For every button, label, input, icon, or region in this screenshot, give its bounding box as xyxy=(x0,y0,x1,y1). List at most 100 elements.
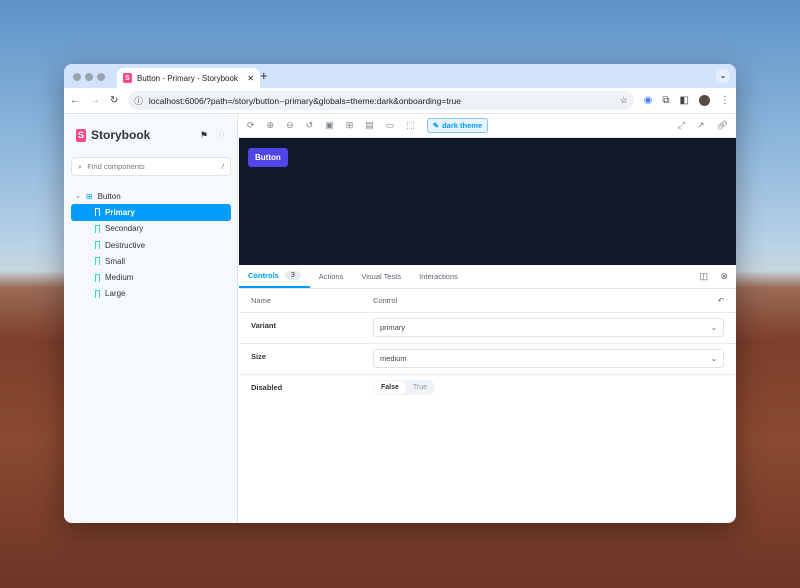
storybook-favicon-icon: S xyxy=(123,73,132,83)
name-header: Name xyxy=(251,296,373,305)
close-panel-icon[interactable]: ⊗ xyxy=(720,271,728,282)
theme-label: dark theme xyxy=(442,121,482,130)
search-placeholder: Find components xyxy=(87,162,217,171)
url-text: localhost:6006/?path=/story/button--prim… xyxy=(149,96,614,106)
grid-icon[interactable]: ⊞ xyxy=(346,120,354,131)
tab-bar: S Button - Primary - Storybook ✕ + ⌄ xyxy=(64,64,736,88)
browser-tab[interactable]: S Button - Primary - Storybook ✕ xyxy=(117,68,260,88)
settings-icon[interactable]: ◌ xyxy=(219,129,224,139)
profile-avatar[interactable] xyxy=(699,95,710,106)
close-window-button[interactable] xyxy=(73,73,81,81)
tree-item-secondary[interactable]: Secondary xyxy=(71,221,231,237)
bookmark-icon xyxy=(95,290,100,298)
storybook-logo[interactable]: SStorybook xyxy=(76,128,150,142)
item-label: Secondary xyxy=(105,224,143,233)
zoom-reset-icon[interactable]: ↺ xyxy=(306,120,314,131)
item-label: Small xyxy=(105,257,125,266)
tree-group-button[interactable]: ⌄⊞Button xyxy=(71,188,231,204)
bookmark-icon xyxy=(95,274,100,282)
close-tab-icon[interactable]: ✕ xyxy=(247,74,254,83)
tree-item-large[interactable]: Large xyxy=(71,286,231,302)
variant-select[interactable]: primary ⌄ xyxy=(373,318,724,337)
url-input[interactable]: ⓘ localhost:6006/?path=/story/button--pr… xyxy=(128,91,633,110)
controls-header: Name Control ↶ xyxy=(239,289,736,313)
size-select[interactable]: medium ⌄ xyxy=(373,349,724,368)
preview-button[interactable]: Button xyxy=(248,148,288,167)
zoom-out-icon[interactable]: ⊖ xyxy=(286,120,294,131)
bookmark-icon xyxy=(95,208,100,216)
tree-item-small[interactable]: Small xyxy=(71,253,231,269)
extension-icon[interactable]: ◉ xyxy=(644,95,653,106)
fullscreen-icon[interactable]: ⤢ xyxy=(678,120,685,131)
remount-icon[interactable]: ⟳ xyxy=(247,120,255,131)
maximize-window-button[interactable] xyxy=(97,73,105,81)
control-header: Control xyxy=(373,296,718,305)
open-new-tab-icon[interactable]: ↗ xyxy=(697,120,705,131)
control-label: Size xyxy=(251,344,373,361)
tab-title: Button - Primary - Storybook xyxy=(137,74,242,83)
tab-label: Controls xyxy=(248,271,279,280)
toggle-false[interactable]: False xyxy=(374,381,406,394)
chevron-down-icon: ⌄ xyxy=(711,323,717,332)
tab-interactions[interactable]: Interactions xyxy=(410,265,467,288)
copy-link-icon[interactable]: 🔗︎ xyxy=(717,120,728,131)
addon-panel-tabs: Controls 3 Actions Visual Tests Interacti… xyxy=(239,265,736,289)
tab-search-button[interactable]: ⌄ xyxy=(716,69,730,83)
select-value: medium xyxy=(380,354,407,363)
tree-item-primary[interactable]: Primary xyxy=(71,204,231,220)
extensions-puzzle-icon[interactable]: ⧉ xyxy=(662,95,669,106)
component-tree: ⌄⊞Button Primary Secondary Destructive S… xyxy=(71,188,231,302)
tree-item-medium[interactable]: Medium xyxy=(71,269,231,285)
control-row-disabled: Disabled False True xyxy=(239,375,736,403)
chevron-down-icon: ⌄ xyxy=(711,354,717,363)
tab-visual-tests[interactable]: Visual Tests xyxy=(352,265,410,288)
new-tab-button[interactable]: + xyxy=(260,68,268,83)
main-area: ⟳ ⊕ ⊖ ↺ ▣ ⊞ ▤ ▭ ⬚ ✎dark theme ⤢ ↗ 🔗︎ But… xyxy=(239,114,736,523)
control-row-size: Size medium ⌄ xyxy=(239,344,736,375)
tab-controls[interactable]: Controls 3 xyxy=(239,265,310,288)
panel-orientation-icon[interactable]: ◫ xyxy=(699,271,708,282)
tree-item-destructive[interactable]: Destructive xyxy=(71,237,231,253)
controls-count-badge: 3 xyxy=(285,271,301,280)
background-icon[interactable]: ▣ xyxy=(325,120,334,131)
address-bar-row: ← → ↻ ⓘ localhost:6006/?path=/story/butt… xyxy=(64,88,736,114)
item-label: Medium xyxy=(105,273,133,282)
bookmark-icon xyxy=(95,241,100,249)
zoom-in-icon[interactable]: ⊕ xyxy=(267,120,275,131)
tab-actions[interactable]: Actions xyxy=(310,265,353,288)
browser-window: S Button - Primary - Storybook ✕ + ⌄ ← →… xyxy=(64,64,736,523)
component-icon: ⊞ xyxy=(86,192,93,201)
bookmark-icon xyxy=(95,257,100,265)
side-panel-icon[interactable]: ◧ xyxy=(680,95,689,106)
measure-icon[interactable]: ▭ xyxy=(386,120,395,131)
search-icon: ⌕ xyxy=(78,162,82,172)
search-input[interactable]: ⌕ Find components / xyxy=(71,157,231,176)
site-info-icon[interactable]: ⓘ xyxy=(134,95,143,107)
tab-label: Visual Tests xyxy=(361,272,401,281)
control-label: Disabled xyxy=(251,375,373,392)
outline-icon[interactable]: ⬚ xyxy=(406,120,415,131)
back-icon[interactable]: ← xyxy=(70,95,80,106)
whats-new-icon[interactable]: ⚑ xyxy=(200,130,208,141)
minimize-window-button[interactable] xyxy=(85,73,93,81)
paintbrush-icon: ✎ xyxy=(433,121,439,130)
item-label: Destructive xyxy=(105,241,145,250)
story-preview: Button xyxy=(239,138,736,265)
bookmark-star-icon[interactable]: ☆ xyxy=(620,95,628,106)
theme-toggle-button[interactable]: ✎dark theme xyxy=(427,118,488,133)
toggle-true[interactable]: True xyxy=(406,381,434,394)
storybook-logo-icon: S xyxy=(76,129,86,142)
item-label: Large xyxy=(105,289,125,298)
tab-label: Actions xyxy=(319,272,344,281)
viewport-icon[interactable]: ▤ xyxy=(365,120,374,131)
tab-label: Interactions xyxy=(419,272,458,281)
bookmark-icon xyxy=(95,225,100,233)
search-shortcut: / xyxy=(222,162,224,171)
reset-controls-icon[interactable]: ↶ xyxy=(718,296,724,305)
sidebar: SStorybook ⚑ ◌ ⌕ Find components / ⌄⊞But… xyxy=(64,114,238,523)
forward-icon[interactable]: → xyxy=(90,95,100,106)
reload-icon[interactable]: ↻ xyxy=(110,95,118,106)
select-value: primary xyxy=(380,323,405,332)
menu-kebab-icon[interactable]: ⋮ xyxy=(720,95,730,106)
disabled-toggle[interactable]: False True xyxy=(373,380,435,395)
